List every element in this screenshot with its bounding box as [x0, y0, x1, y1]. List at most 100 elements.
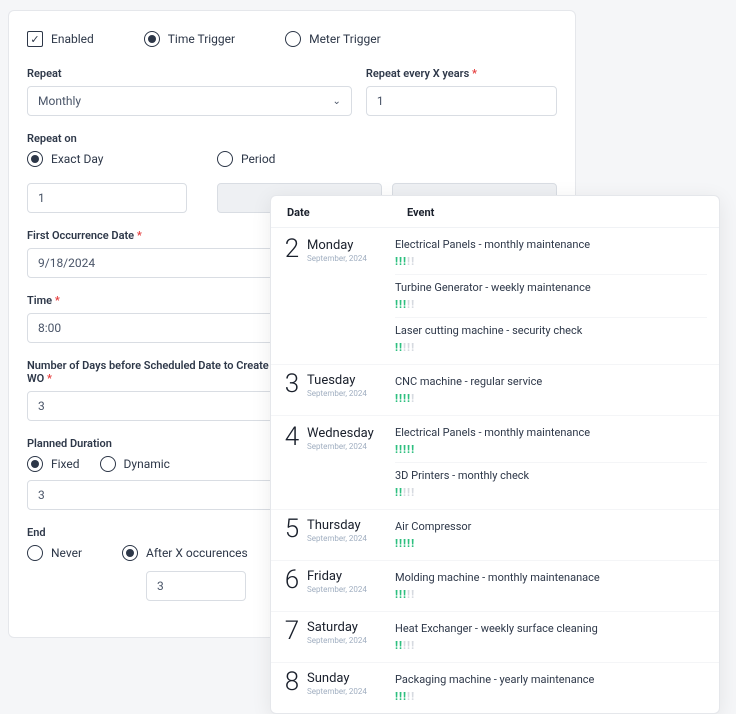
repeat-select[interactable]: Monthly ⌄ [27, 86, 352, 116]
time-section: Time * 8:00 [27, 294, 277, 343]
calendar-events-cell: Electrical Panels - monthly maintenance T… [391, 228, 719, 364]
enabled-label: Enabled [51, 32, 94, 46]
end-after-label: After X occurences [146, 546, 248, 560]
calendar-event-title: Molding machine - monthly maintenanace [395, 571, 707, 584]
tick-icon [411, 254, 414, 268]
calendar-body: 2MondaySeptember, 2024Electrical Panels … [271, 228, 719, 713]
tick-icon [407, 391, 410, 405]
calendar-date-cell: 6FridaySeptember, 2024 [271, 561, 391, 611]
priority-ticks [395, 391, 707, 405]
end-after-radio[interactable]: After X occurences [122, 545, 248, 561]
days-before-input[interactable]: 3 [27, 391, 277, 421]
repeat-row: Repeat Monthly ⌄ Repeat every X years * … [27, 67, 557, 116]
days-before-value: 3 [38, 399, 45, 413]
calendar-event[interactable]: Heat Exchanger - weekly surface cleaning [395, 616, 707, 658]
planned-fixed-radio[interactable]: Fixed [27, 456, 80, 472]
tick-icon [403, 689, 406, 703]
tick-icon [411, 689, 414, 703]
radio-icon [285, 31, 301, 47]
radio-icon [144, 31, 160, 47]
calendar-row: 6FridaySeptember, 2024 Molding machine - … [271, 560, 719, 611]
planned-dynamic-radio[interactable]: Dynamic [100, 456, 170, 472]
tick-icon [411, 297, 414, 311]
checkbox-box: ✓ [27, 31, 43, 47]
calendar-event[interactable]: Electrical Panels - monthly maintenance [395, 232, 707, 274]
calendar-day-meta: September, 2024 [307, 389, 367, 398]
calendar-row: 7SaturdaySeptember, 2024Heat Exchanger -… [271, 611, 719, 662]
tick-icon [395, 536, 398, 550]
days-before-section: Number of Days before Scheduled Date to … [27, 359, 277, 421]
repeat-every-input[interactable]: 1 [366, 86, 557, 116]
first-occurrence-label: First Occurrence Date * [27, 229, 277, 242]
tick-icon [399, 297, 402, 311]
calendar-day-number: 7 [283, 618, 301, 644]
calendar-row: 4WednesdaySeptember, 2024Electrical Pane… [271, 415, 719, 509]
tick-icon [399, 689, 402, 703]
exact-day-input[interactable]: 1 [27, 183, 187, 213]
repeat-on-label: Repeat on [27, 132, 557, 145]
tick-icon [399, 587, 402, 601]
calendar-event[interactable]: 3D Printers - monthly check [395, 462, 707, 505]
tick-icon [403, 297, 406, 311]
tick-icon [403, 536, 406, 550]
calendar-event-title: Laser cutting machine - security check [395, 324, 707, 337]
priority-ticks [395, 587, 707, 601]
tick-icon [403, 442, 406, 456]
priority-ticks [395, 638, 707, 652]
enabled-checkbox[interactable]: ✓ Enabled [27, 31, 94, 47]
calendar-event[interactable]: Laser cutting machine - security check [395, 317, 707, 360]
first-occurrence-input[interactable]: 9/18/2024 [27, 248, 277, 278]
tick-icon [395, 391, 398, 405]
priority-ticks [395, 340, 707, 354]
tick-icon [407, 340, 410, 354]
planned-duration-input[interactable]: 3 [27, 480, 277, 510]
tick-icon [403, 485, 406, 499]
trigger-meter-radio[interactable]: Meter Trigger [285, 31, 381, 47]
repeat-on-period-radio[interactable]: Period [217, 151, 275, 167]
calendar-day-meta: September, 2024 [307, 534, 367, 543]
tick-icon [399, 391, 402, 405]
calendar-event[interactable]: Molding machine - monthly maintenanace [395, 565, 707, 607]
end-after-input[interactable]: 3 [146, 571, 246, 601]
time-input[interactable]: 8:00 [27, 313, 277, 343]
calendar-date-cell: 3TuesdaySeptember, 2024 [271, 365, 391, 415]
repeat-value: Monthly [38, 94, 81, 108]
calendar-event-title: Heat Exchanger - weekly surface cleaning [395, 622, 707, 635]
priority-ticks [395, 689, 707, 703]
tick-icon [403, 638, 406, 652]
calendar-event[interactable]: CNC machine - regular service [395, 369, 707, 411]
calendar-day-name: Wednesday [307, 427, 374, 441]
calendar-card: Date Event 2MondaySeptember, 2024Electri… [270, 195, 720, 714]
trigger-meter-label: Meter Trigger [309, 32, 381, 46]
calendar-event[interactable]: Electrical Panels - monthly maintenance [395, 420, 707, 462]
radio-icon [122, 545, 138, 561]
calendar-day-name: Friday [307, 570, 367, 584]
exact-day-value: 1 [38, 191, 45, 205]
calendar-day-meta: September, 2024 [307, 254, 367, 263]
calendar-day-meta: September, 2024 [307, 585, 367, 594]
tick-icon [407, 442, 410, 456]
end-never-radio[interactable]: Never [27, 545, 82, 561]
repeat-every-label: Repeat every X years * [366, 67, 557, 80]
calendar-date-cell: 8SundaySeptember, 2024 [271, 663, 391, 713]
repeat-on-exact-radio[interactable]: Exact Day [27, 151, 103, 167]
radio-icon [27, 545, 43, 561]
trigger-time-radio[interactable]: Time Trigger [144, 31, 235, 47]
tick-icon [411, 587, 414, 601]
check-icon: ✓ [30, 34, 39, 45]
calendar-event[interactable]: Turbine Generator - weekly maintenance [395, 274, 707, 317]
calendar-day-name: Tuesday [307, 374, 367, 388]
repeat-on-period-label: Period [241, 152, 275, 166]
calendar-event[interactable]: Packaging machine - yearly maintenance [395, 667, 707, 709]
calendar-row: 3TuesdaySeptember, 2024CNC machine - reg… [271, 364, 719, 415]
priority-ticks [395, 536, 707, 550]
calendar-event-title: Turbine Generator - weekly maintenance [395, 281, 707, 294]
tick-icon [407, 689, 410, 703]
tick-icon [403, 587, 406, 601]
radio-icon [100, 456, 116, 472]
calendar-event[interactable]: Air Compressor [395, 514, 707, 556]
calendar-event-title: Electrical Panels - monthly maintenance [395, 238, 707, 251]
calendar-day-name: Sunday [307, 672, 367, 686]
tick-icon [399, 536, 402, 550]
planned-duration-label: Planned Duration [27, 437, 277, 450]
